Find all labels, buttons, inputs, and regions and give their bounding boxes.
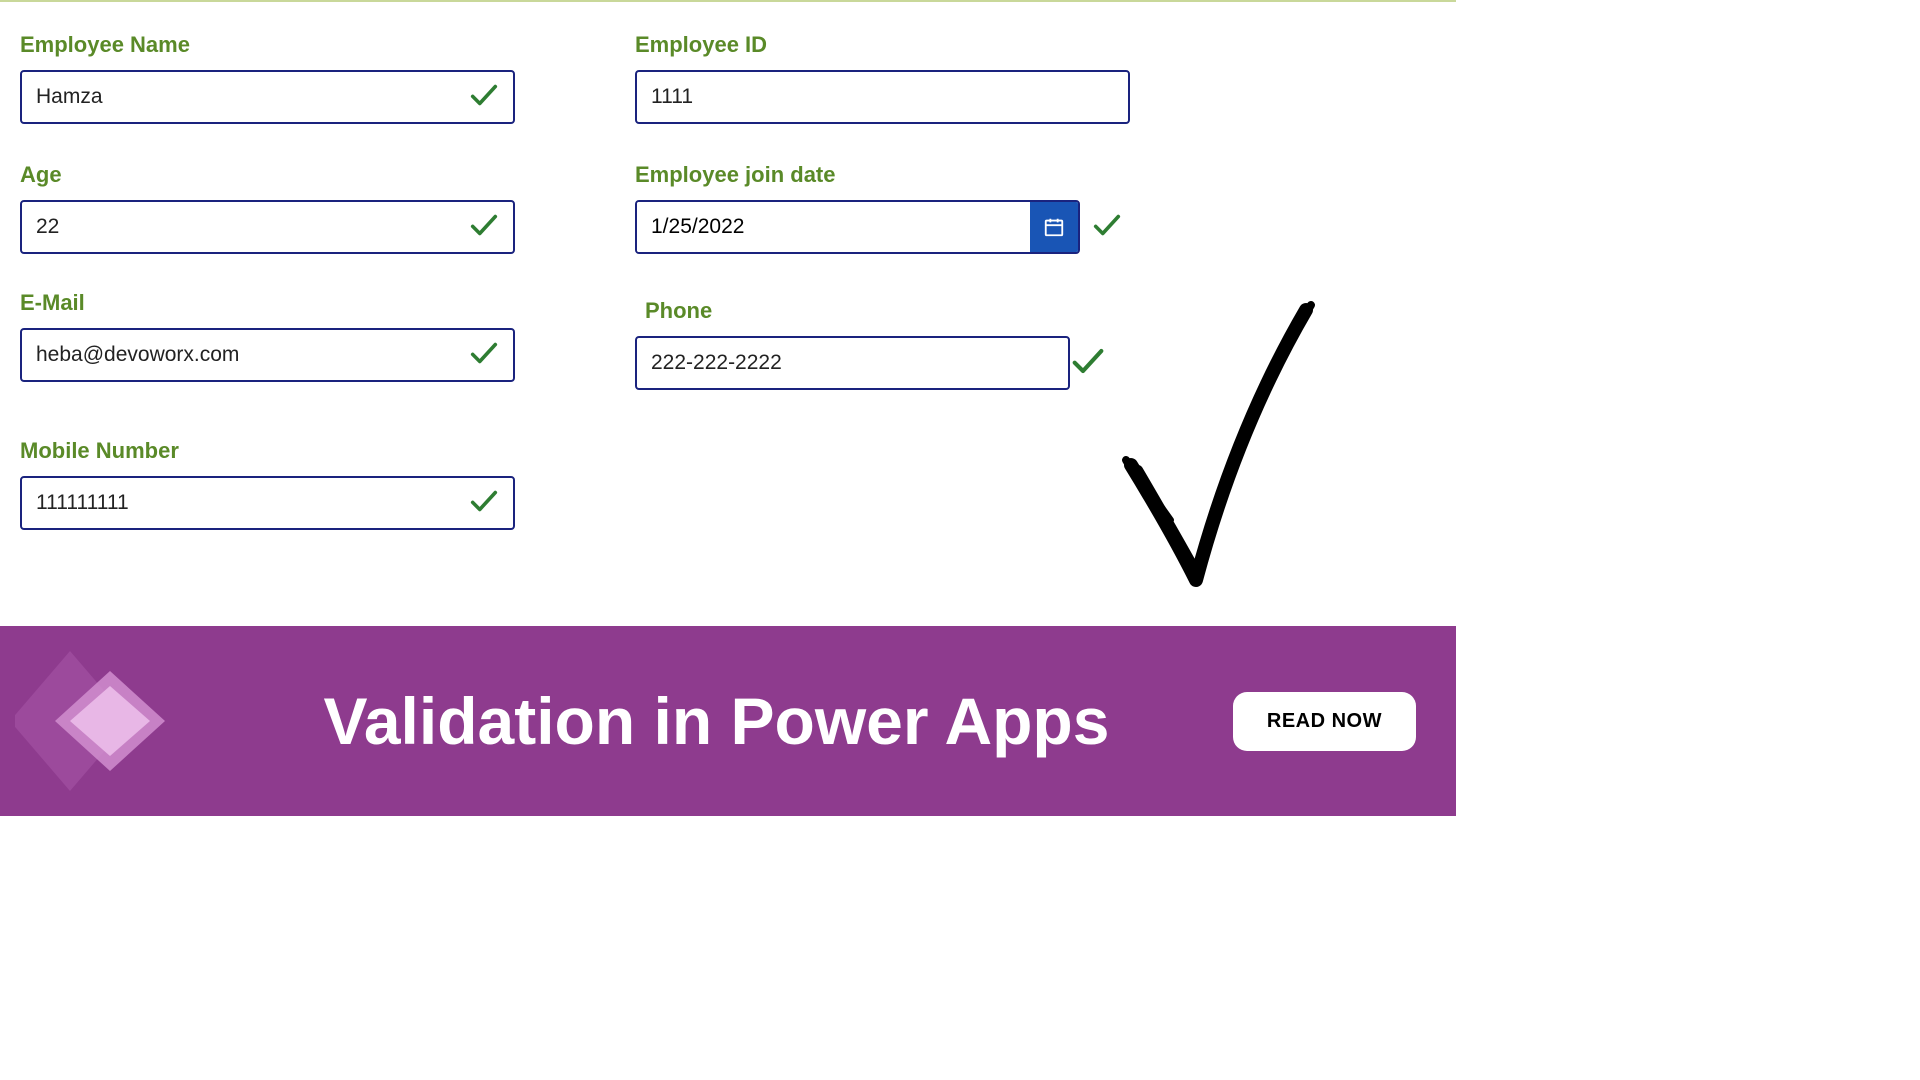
check-icon xyxy=(1090,208,1124,247)
calendar-button[interactable] xyxy=(1030,202,1078,252)
employee-name-label: Employee Name xyxy=(20,32,515,58)
employee-id-wrap xyxy=(635,70,1130,124)
mobile-wrap xyxy=(20,476,515,530)
phone-input[interactable] xyxy=(635,336,1070,390)
employee-id-label: Employee ID xyxy=(635,32,1130,58)
mobile-input[interactable] xyxy=(20,476,515,530)
join-date-wrap xyxy=(635,200,1130,254)
calendar-icon xyxy=(1043,216,1065,238)
email-wrap xyxy=(20,328,515,382)
join-date-label: Employee join date xyxy=(635,162,1130,188)
mobile-group: Mobile Number xyxy=(20,438,515,530)
check-icon xyxy=(1068,341,1108,386)
age-label: Age xyxy=(20,162,515,188)
phone-label: Phone xyxy=(645,298,1130,324)
employee-id-group: Employee ID xyxy=(635,32,1130,124)
join-date-combo xyxy=(635,200,1080,254)
right-column: Employee ID Employee join date xyxy=(635,32,1130,558)
email-input[interactable] xyxy=(20,328,515,382)
mobile-label: Mobile Number xyxy=(20,438,515,464)
age-wrap xyxy=(20,200,515,254)
join-date-group: Employee join date xyxy=(635,162,1130,254)
age-group: Age xyxy=(20,162,515,254)
employee-name-wrap xyxy=(20,70,515,124)
join-date-input[interactable] xyxy=(637,202,1030,252)
phone-group: Phone xyxy=(635,298,1130,390)
banner-title: Validation in Power Apps xyxy=(200,683,1233,759)
employee-name-group: Employee Name xyxy=(20,32,515,124)
large-checkmark-illustration xyxy=(1116,300,1336,605)
left-column: Employee Name Age E-Mail xyxy=(20,32,515,558)
email-group: E-Mail xyxy=(20,290,515,382)
age-input[interactable] xyxy=(20,200,515,254)
employee-id-input[interactable] xyxy=(635,70,1130,124)
email-label: E-Mail xyxy=(20,290,515,316)
read-now-button[interactable]: READ NOW xyxy=(1233,692,1416,751)
phone-wrap xyxy=(635,336,1130,390)
powerapps-logo xyxy=(0,626,200,816)
banner: Validation in Power Apps READ NOW xyxy=(0,626,1456,816)
employee-name-input[interactable] xyxy=(20,70,515,124)
